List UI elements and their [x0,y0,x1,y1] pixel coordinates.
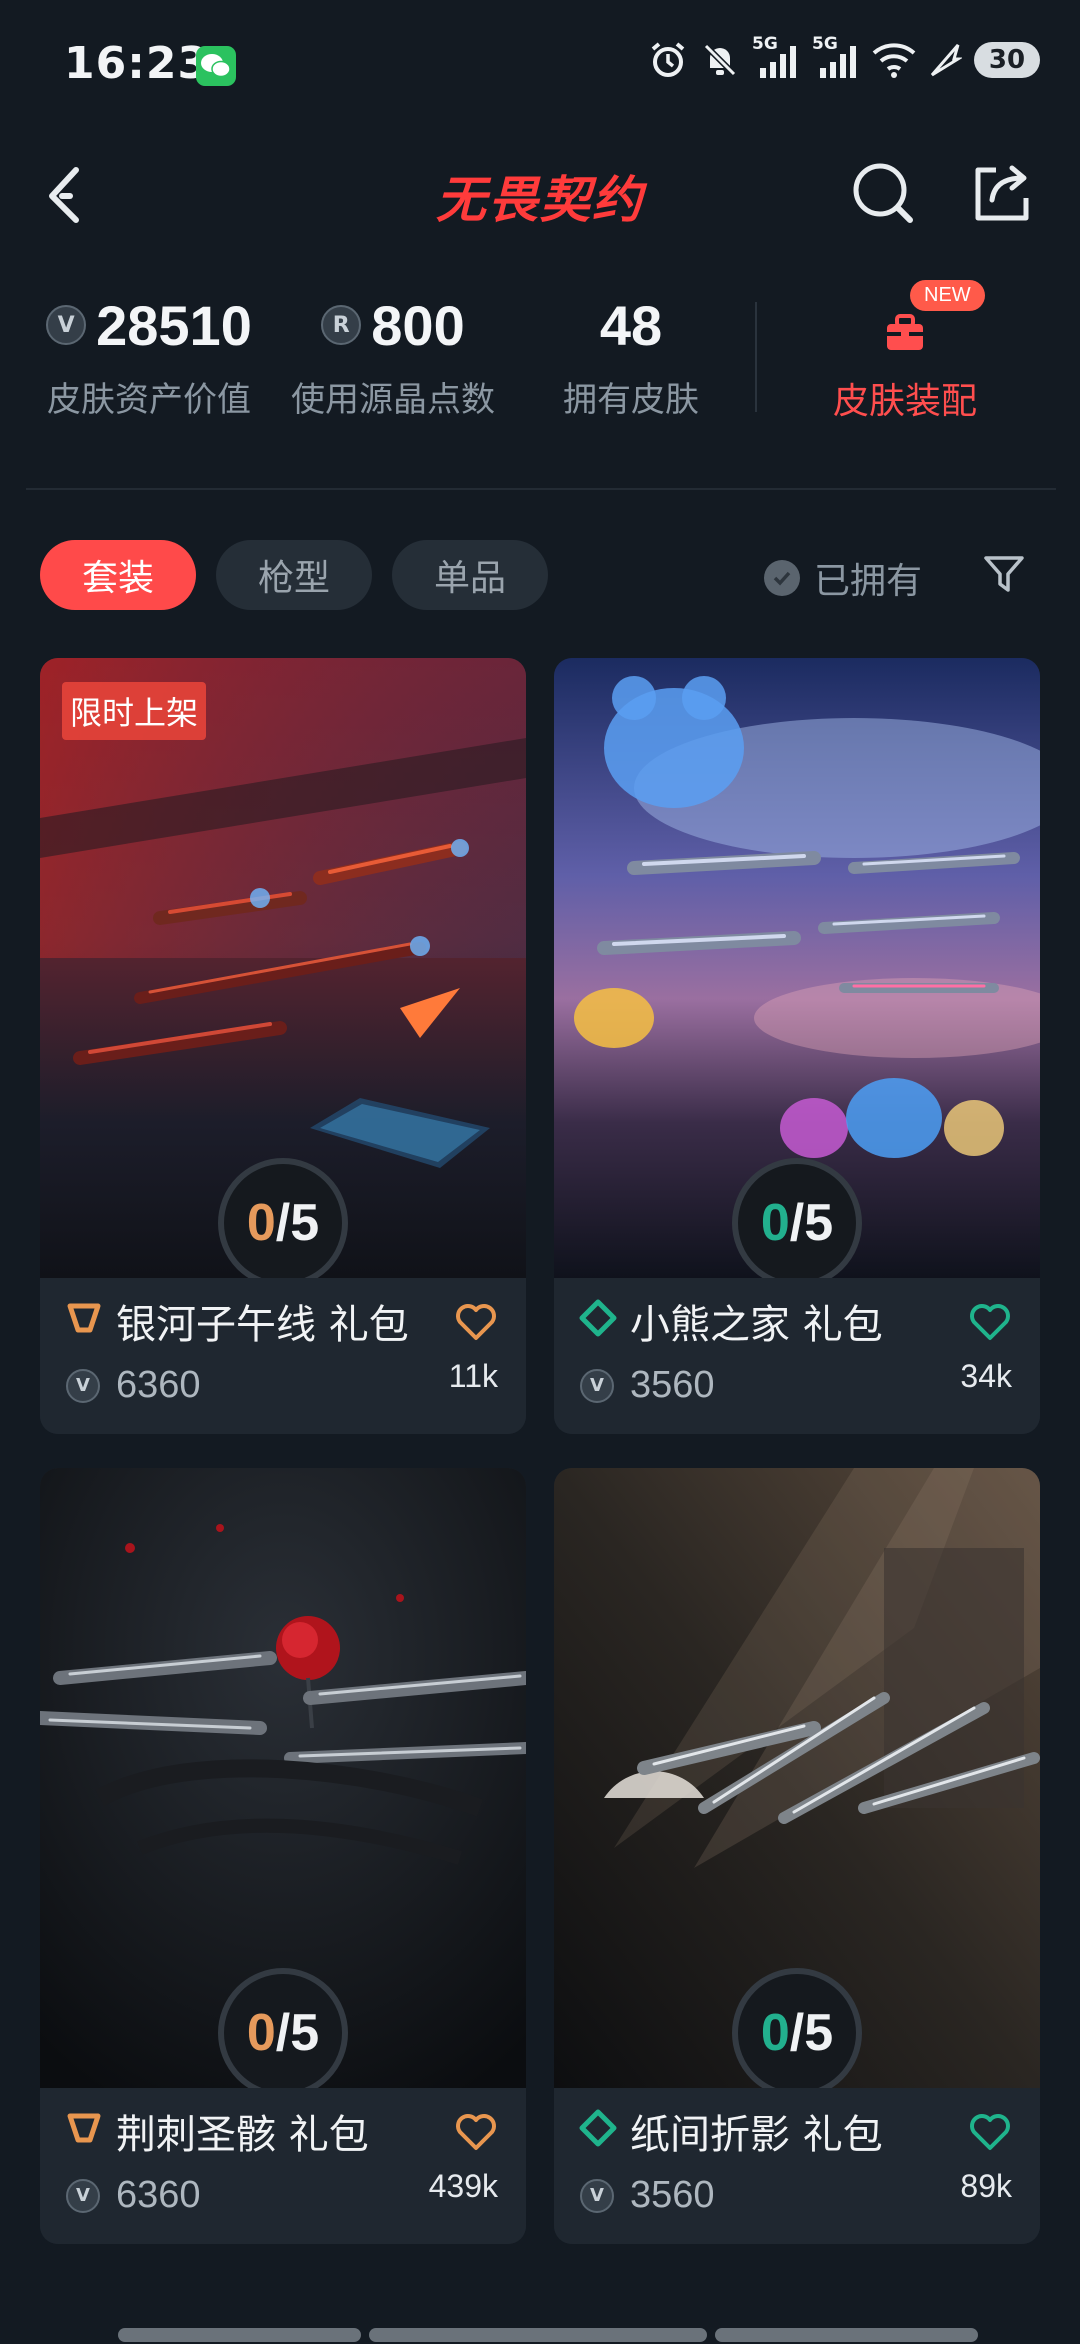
ownership-progress: 0/5 [732,1968,862,2098]
status-icons: 5G 5G 30 [648,34,1040,80]
stats-divider [755,302,757,412]
ownership-progress: 0/5 [218,1158,348,1288]
price-row: V 3560 [580,2174,715,2217]
bundle-price: 6360 [116,2174,201,2216]
favorite-heart-icon[interactable] [968,1302,1012,1342]
tier-icon [579,2109,617,2147]
divider [26,488,1056,490]
like-count: 89k [960,2168,1012,2204]
bundle-name: 荆刺圣骸 礼包 [116,2112,369,2158]
skins-owned-stat: 48 拥有皮肤 [548,280,714,421]
tab-bundle[interactable]: 套装 [40,540,197,610]
owned-filter-toggle[interactable]: 已拥有 [764,552,922,604]
total-count: /5 [789,1194,834,1252]
asset-value-label: 皮肤资产价值 [47,380,251,420]
owned-count: 0 [760,1194,790,1252]
tier-icon [579,1299,617,1337]
nav-indicator-segment [714,2328,978,2342]
nav-indicator-segment [118,2328,362,2342]
like-count: 34k [960,1358,1012,1394]
wechat-notification-icon [196,46,236,86]
status-time: 16:23 [64,38,210,89]
bottom-nav-indicator [118,2328,978,2342]
like-count: 11k [448,1358,498,1394]
cellular-signal-1-icon: 5G [752,34,800,80]
price-row: V 6360 [66,2174,201,2217]
favorite-heart-icon[interactable] [454,2112,498,2152]
tab-single-item[interactable]: 单品 [392,540,549,610]
share-button[interactable] [966,158,1036,228]
tier-icon [67,1303,101,1333]
search-icon [853,163,913,223]
new-badge: NEW [910,280,985,311]
skin-config-label: 皮肤装配 [832,381,977,422]
price-row: V 3560 [580,1364,715,1407]
price-row: V 6360 [66,1364,201,1407]
alarm-icon [651,42,685,77]
vp-coin-icon: V [580,1368,614,1403]
checkbox-icon [764,560,800,596]
radianite-points: 800 [371,293,465,357]
cellular-signal-2-icon: 5G [812,34,860,80]
total-count: /5 [275,1194,320,1252]
vp-coin-icon: V [66,1368,100,1403]
bundle-info: 荆刺圣骸 礼包 V 6360 439k [40,2088,526,2244]
bundle-card[interactable]: 0/5 小熊之家 礼包 V 3560 34k [554,658,1040,1434]
battery-indicator: 30 [974,42,1040,78]
bundle-price: 6360 [116,1364,201,1406]
bundle-price: 3560 [630,1364,715,1406]
total-count: /5 [275,2004,320,2062]
radianite-coin-icon: R [321,305,362,345]
vp-coin-icon: V [580,2178,614,2213]
mute-notification-icon [703,43,737,77]
owned-count: 0 [760,2004,790,2062]
limited-time-badge: 限时上架 [62,682,207,740]
owned-count: 0 [246,2004,276,2062]
asset-value-stat: V 28510 皮肤资产价值 [36,280,262,421]
skins-owned-label: 拥有皮肤 [563,380,699,420]
asset-value: 28510 [96,293,252,357]
filter-button[interactable] [982,552,1026,596]
stats-panel: V 28510 皮肤资产价值 R 800 使用源晶点数 48 拥有皮肤 NEW … [0,280,1080,450]
radianite-label: 使用源晶点数 [291,380,495,420]
ownership-progress: 0/5 [218,1968,348,2098]
vp-coin-icon: V [66,2178,100,2213]
bundle-name: 银河子午线 礼包 [116,1302,409,1348]
bundle-price: 3560 [630,2174,715,2216]
owned-count: 0 [246,1194,276,1252]
favorite-heart-icon[interactable] [454,1302,498,1342]
ownership-progress: 0/5 [732,1158,862,1288]
favorite-heart-icon[interactable] [968,2112,1012,2152]
backpack-icon [887,314,923,350]
bundle-card[interactable]: 0/5 荆刺圣骸 礼包 V 6360 439k [40,1468,526,2244]
like-count: 439k [428,2168,498,2204]
bundle-card[interactable]: 0/5 纸间折影 礼包 V 3560 89k [554,1468,1040,2244]
status-bar: 16:23 5G 5G 30 [0,0,1080,130]
vp-coin-icon: V [46,305,87,345]
total-count: /5 [789,2004,834,2062]
bundle-info: 小熊之家 礼包 V 3560 34k [554,1278,1040,1434]
wifi-icon [872,43,916,78]
nav-indicator-segment [369,2328,707,2342]
search-button[interactable] [848,158,918,228]
page-title: 无畏契约 [436,171,644,229]
filter-funnel-icon [984,556,1024,592]
category-tabs: 套装 枪型 单品 [40,540,549,610]
radianite-stat: R 800 使用源晶点数 [280,280,506,421]
bundle-info: 纸间折影 礼包 V 3560 89k [554,2088,1040,2244]
share-icon [975,165,1029,221]
skin-config-button[interactable]: NEW 皮肤装配 [790,280,1020,424]
owned-filter-label: 已拥有 [814,561,923,602]
tier-icon [67,2113,101,2143]
bundle-name: 小熊之家 礼包 [630,1302,883,1348]
tab-weapon-type[interactable]: 枪型 [216,540,373,610]
charging-icon [930,44,962,77]
skins-owned-count: 48 [599,293,663,357]
bundle-card[interactable]: 限时上架 0/5 银河子午线 礼包 V 6360 11k [40,658,526,1434]
bundle-info: 银河子午线 礼包 V 6360 11k [40,1278,526,1434]
bundle-name: 纸间折影 礼包 [630,2112,883,2158]
app-header: 无畏契约 [0,130,1080,260]
